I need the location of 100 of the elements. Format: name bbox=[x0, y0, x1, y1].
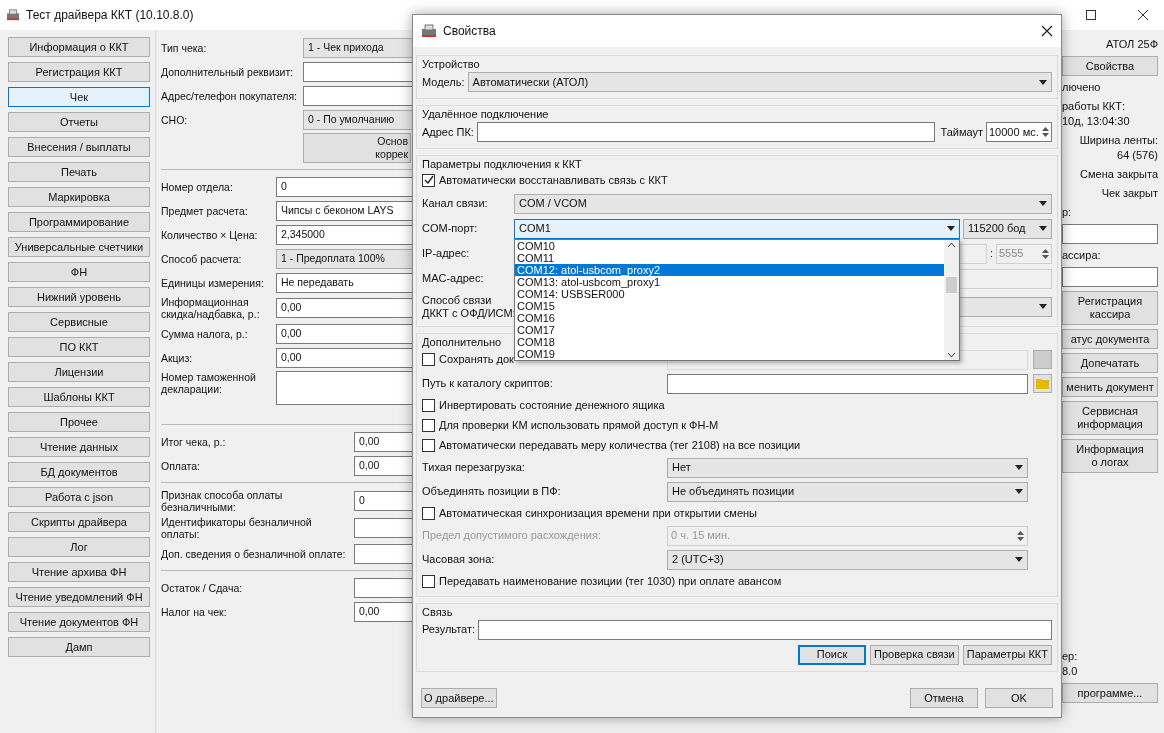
input-field[interactable]: Не передавать bbox=[276, 272, 412, 293]
input-field[interactable] bbox=[476, 122, 936, 142]
dropdown[interactable]: Автоматически (АТОЛ) bbox=[467, 72, 1052, 92]
sidebar-button[interactable]: Скрипты драйвера bbox=[8, 512, 150, 532]
sidebar-button[interactable]: Регистрация ККТ bbox=[8, 62, 150, 82]
input-field[interactable]: 0,00 bbox=[276, 323, 412, 344]
button[interactable]: атус документа bbox=[1062, 329, 1158, 349]
sidebar-button[interactable]: Чтение архива ФН bbox=[8, 562, 150, 582]
spin-field[interactable]: 10000 мс. bbox=[986, 122, 1052, 142]
dropdown-option[interactable]: COM15 bbox=[515, 299, 944, 312]
input-field[interactable]: 0,00 bbox=[354, 455, 412, 476]
input-field[interactable] bbox=[478, 619, 1052, 640]
sidebar-button[interactable]: Дамп bbox=[8, 637, 150, 657]
input-field[interactable]: Чипсы с беконом LAYS bbox=[276, 200, 412, 221]
sidebar-button[interactable]: Маркировка bbox=[8, 187, 150, 207]
checkbox[interactable] bbox=[422, 507, 435, 520]
dropdown-option[interactable]: COM13: atol-usbcom_proxy1 bbox=[515, 275, 944, 288]
input-field[interactable]: 0 bbox=[276, 176, 412, 197]
spin-field: 0 ч. 15 мин. bbox=[667, 525, 1028, 546]
sidebar-button[interactable]: Внесения / выплаты bbox=[8, 137, 150, 157]
sidebar-button[interactable]: Лицензии bbox=[8, 362, 150, 382]
input-field[interactable]: 0 bbox=[354, 491, 412, 511]
dropdown[interactable]: 1 - Предоплата 100% bbox=[276, 248, 412, 269]
button[interactable]: Проверка связи bbox=[870, 644, 959, 665]
sidebar-button[interactable]: Информация о ККТ bbox=[8, 37, 150, 57]
dropdown-option[interactable]: COM12: atol-usbcom_proxy2 bbox=[515, 263, 944, 276]
sidebar-button[interactable]: Сервисные bbox=[8, 312, 150, 332]
dropdown-option[interactable]: COM14: USBSER000 bbox=[515, 287, 944, 300]
dropdown[interactable]: 2 (UTC+3) bbox=[667, 549, 1028, 570]
field-label: Тип чека: bbox=[161, 41, 208, 54]
input-field[interactable] bbox=[667, 373, 1028, 394]
input-field[interactable] bbox=[1062, 224, 1158, 244]
dropdown[interactable]: 0 - По умолчанию bbox=[303, 109, 412, 130]
input-field[interactable]: 0,00 bbox=[276, 298, 412, 318]
button[interactable]: программе... bbox=[1062, 683, 1158, 703]
button[interactable]: Сервисная информация bbox=[1062, 401, 1158, 435]
close-icon[interactable] bbox=[1041, 25, 1053, 37]
sidebar-button[interactable]: Программирование bbox=[8, 212, 150, 232]
status-text: ассира: bbox=[1062, 248, 1102, 263]
scrollbar[interactable] bbox=[944, 239, 959, 360]
checkbox[interactable] bbox=[422, 173, 435, 187]
checkbox[interactable] bbox=[422, 439, 435, 452]
maximize-icon[interactable] bbox=[1086, 10, 1096, 20]
button[interactable]: О драйвере... bbox=[421, 688, 497, 708]
chevron-down-icon[interactable] bbox=[947, 351, 956, 358]
dropdown-option[interactable]: COM16 bbox=[515, 311, 944, 324]
dropdown[interactable]: 115200 бод bbox=[963, 218, 1052, 239]
button[interactable]: Поиск bbox=[798, 644, 867, 665]
dropdown-option[interactable]: COM17 bbox=[515, 323, 944, 336]
close-icon[interactable] bbox=[1138, 10, 1148, 20]
input-field[interactable]: 0,00 bbox=[276, 347, 412, 368]
button[interactable]: Свойства bbox=[1062, 56, 1158, 76]
dropdown-option[interactable]: COM11 bbox=[515, 251, 944, 264]
button[interactable]: Основ коррек bbox=[303, 133, 411, 163]
input-field[interactable]: 2,345000 bbox=[276, 224, 412, 245]
sidebar-button[interactable]: Чтение данных bbox=[8, 437, 150, 457]
dropdown-option[interactable]: COM18 bbox=[515, 335, 944, 348]
chevron-up-icon[interactable] bbox=[947, 241, 956, 248]
input-field[interactable]: 0,00 bbox=[354, 601, 412, 622]
sidebar-button[interactable]: Прочее bbox=[8, 412, 150, 432]
sidebar-button[interactable]: Нижний уровень bbox=[8, 287, 150, 307]
dropdown[interactable]: Не объединять позиции bbox=[667, 481, 1028, 502]
dialog-title: Свойства bbox=[443, 23, 496, 40]
port-dropdown[interactable]: COM1 bbox=[514, 218, 960, 239]
sidebar-button[interactable]: Шаблоны ККТ bbox=[8, 387, 150, 407]
button[interactable]: Параметры ККТ bbox=[962, 644, 1052, 665]
status-text: Чек закрыт bbox=[1100, 186, 1158, 201]
status-text: р: bbox=[1062, 205, 1073, 220]
button[interactable]: Регистрация кассира bbox=[1062, 291, 1158, 325]
dropdown-option[interactable]: COM19 bbox=[515, 347, 944, 360]
sidebar-button[interactable]: Отчеты bbox=[8, 112, 150, 132]
dropdown[interactable]: 1 - Чек прихода bbox=[303, 37, 412, 58]
separator-text: : bbox=[989, 246, 993, 262]
sidebar-button[interactable]: ПО ККТ bbox=[8, 337, 150, 357]
checkbox[interactable] bbox=[422, 575, 435, 588]
sidebar-button[interactable]: БД документов bbox=[8, 462, 150, 482]
checkbox[interactable] bbox=[422, 419, 435, 432]
field-label: COM-порт: bbox=[422, 221, 479, 237]
sidebar-button[interactable]: Лог bbox=[8, 537, 150, 557]
sidebar-button[interactable]: Чек bbox=[8, 87, 150, 107]
button[interactable]: Информация о логах bbox=[1062, 439, 1158, 473]
button[interactable]: OK bbox=[985, 688, 1053, 708]
checkbox[interactable] bbox=[422, 353, 435, 366]
sidebar-button[interactable]: Чтение уведомлений ФН bbox=[8, 587, 150, 607]
button[interactable]: Отмена bbox=[910, 688, 978, 708]
scrollbar-thumb[interactable] bbox=[946, 276, 957, 293]
sidebar-button[interactable]: Универсальные счетчики bbox=[8, 237, 150, 257]
sidebar-button[interactable]: ФН bbox=[8, 262, 150, 282]
dropdown[interactable]: Нет bbox=[667, 457, 1028, 478]
button[interactable]: Допечатать bbox=[1062, 353, 1158, 373]
field-label: СНО: bbox=[161, 113, 189, 126]
sidebar-button[interactable]: Печать bbox=[8, 162, 150, 182]
input-field[interactable]: 0,00 bbox=[354, 431, 412, 452]
dropdown[interactable]: COM / VCOM bbox=[514, 193, 1052, 214]
input-field[interactable] bbox=[1062, 267, 1158, 287]
sidebar-button[interactable]: Работа с json bbox=[8, 487, 150, 507]
sidebar-button[interactable]: Чтение документов ФН bbox=[8, 612, 150, 632]
checkbox[interactable] bbox=[422, 399, 435, 412]
button[interactable]: менить документ bbox=[1062, 377, 1158, 397]
dropdown-option[interactable]: COM10 bbox=[515, 239, 944, 252]
